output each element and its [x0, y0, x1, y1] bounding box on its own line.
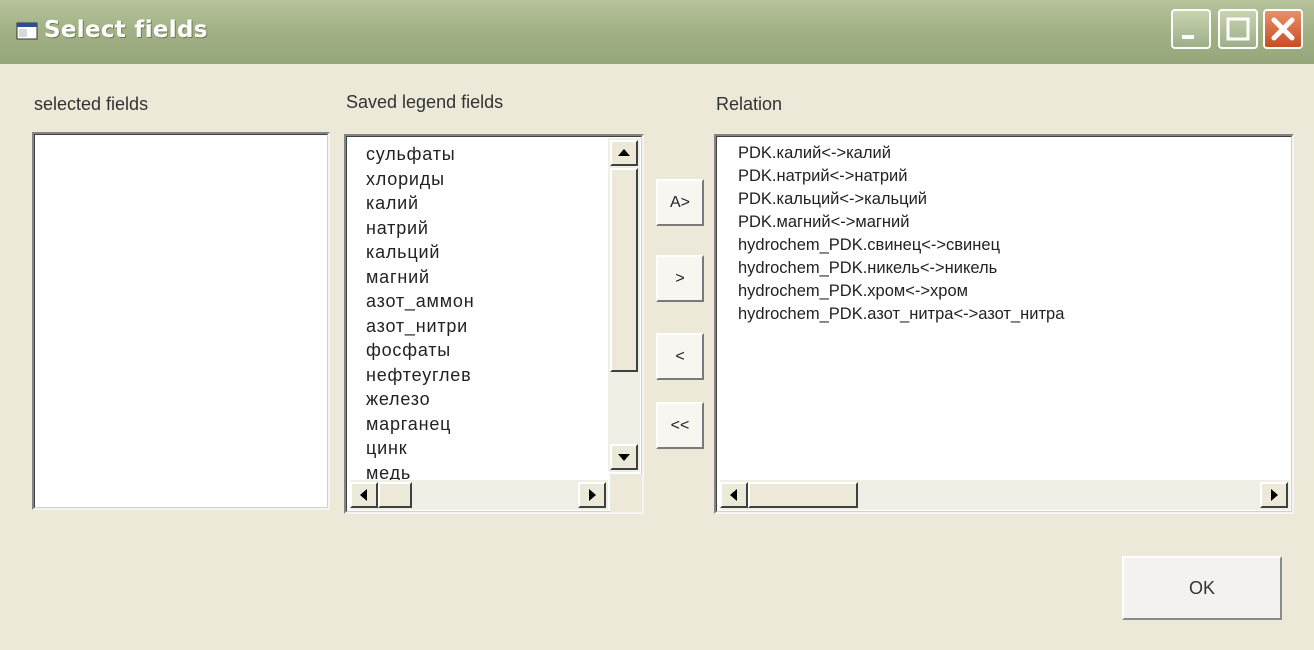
relation-scroll-thumb[interactable]	[748, 482, 858, 508]
relation-label: Relation	[716, 94, 783, 114]
add-all-button[interactable]: A>	[656, 179, 704, 226]
list-item[interactable]: натрий	[366, 216, 474, 241]
arrow-up-icon	[618, 149, 630, 156]
window-title: Select fields	[44, 17, 208, 43]
selected-fields-label: selected fields	[34, 94, 149, 114]
list-item[interactable]: марганец	[366, 412, 474, 437]
list-item[interactable]: калий	[366, 191, 474, 216]
close-button[interactable]	[1263, 9, 1303, 49]
selected-fields-list-border	[34, 134, 328, 508]
select-fields-dialog: Select fields selected fields Saved lege…	[0, 0, 1314, 650]
list-item[interactable]: хлориды	[366, 167, 474, 192]
maximize-icon	[1226, 17, 1250, 41]
scrollbar-corner	[610, 474, 642, 512]
relation-item[interactable]: PDK.натрий<->натрий	[738, 165, 1064, 188]
relation-item[interactable]: PDK.кальций<->кальций	[738, 188, 1064, 211]
maximize-button[interactable]	[1218, 9, 1258, 49]
arrow-down-icon	[618, 454, 630, 461]
title-bar[interactable]: Select fields	[0, 0, 1314, 64]
relation-item[interactable]: hydrochem_PDK.никель<->никель	[738, 257, 1064, 280]
saved-fields-items: сульфаты хлориды калий натрий кальций магний а…	[366, 142, 474, 485]
saved-legend-fields-label: Saved legend fields	[346, 92, 504, 112]
relation-item[interactable]: hydrochem_PDK.свинец<->свинец	[738, 234, 1064, 257]
list-item[interactable]: фосфаты	[366, 338, 474, 363]
list-item[interactable]: магний	[366, 265, 474, 290]
remove-all-button[interactable]: <<	[656, 402, 704, 449]
selected-fields-list[interactable]	[32, 132, 330, 510]
remove-button[interactable]: <	[656, 333, 704, 380]
close-icon	[1271, 17, 1295, 41]
relation-item[interactable]: PDK.магний<->магний	[738, 211, 1064, 234]
window-app-icon	[16, 22, 38, 40]
saved-list-vertical-scrollbar[interactable]	[608, 138, 640, 472]
list-item[interactable]: азот_аммон	[366, 289, 474, 314]
list-item[interactable]: азот_нитри	[366, 314, 474, 339]
relation-list-horizontal-scrollbar[interactable]	[720, 480, 1290, 510]
arrow-right-icon	[1271, 489, 1278, 501]
relation-item[interactable]: hydrochem_PDK.хром<->хром	[738, 280, 1064, 303]
minimize-button[interactable]	[1171, 9, 1211, 49]
arrow-left-icon	[730, 489, 737, 501]
minimize-icon	[1182, 35, 1194, 39]
list-item[interactable]: нефтеуглев	[366, 363, 474, 388]
arrow-left-icon	[360, 489, 367, 501]
relation-item[interactable]: hydrochem_PDK.азот_нитра<->азот_нитра	[738, 303, 1064, 326]
relation-list[interactable]: PDK.калий<->калий PDK.натрий<->натрий PDK.…	[714, 134, 1294, 514]
scroll-right-button[interactable]	[578, 482, 606, 508]
scroll-thumb-vertical[interactable]	[610, 168, 638, 372]
relation-item[interactable]: PDK.калий<->калий	[738, 142, 1064, 165]
arrow-right-icon	[589, 489, 596, 501]
list-item[interactable]: сульфаты	[366, 142, 474, 167]
relation-scroll-right-button[interactable]	[1260, 482, 1288, 508]
scroll-up-button[interactable]	[610, 140, 638, 166]
saved-list-horizontal-scrollbar[interactable]	[350, 480, 608, 510]
ok-button[interactable]: OK	[1122, 556, 1282, 620]
list-item[interactable]: кальций	[366, 240, 474, 265]
list-item[interactable]: железо	[366, 387, 474, 412]
relation-items: PDK.калий<->калий PDK.натрий<->натрий PDK.…	[738, 142, 1064, 326]
scroll-left-button[interactable]	[350, 482, 378, 508]
list-item[interactable]: цинк	[366, 436, 474, 461]
scroll-down-button[interactable]	[610, 444, 638, 470]
add-button[interactable]: >	[656, 255, 704, 302]
relation-scroll-left-button[interactable]	[720, 482, 748, 508]
saved-legend-fields-list[interactable]: сульфаты хлориды калий натрий кальций магний а…	[344, 134, 644, 514]
scroll-thumb-horizontal[interactable]	[378, 482, 412, 508]
